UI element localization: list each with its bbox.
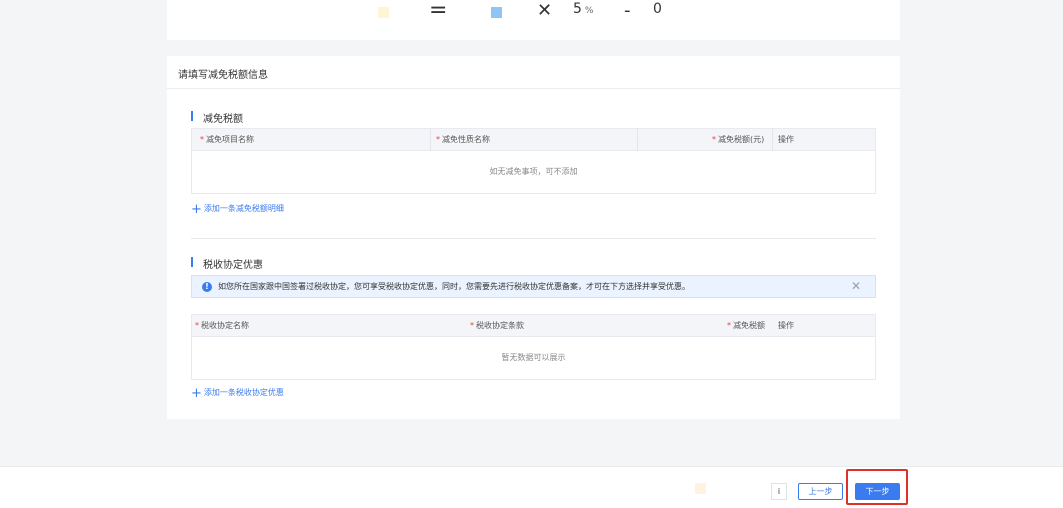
column-divider [430, 129, 431, 151]
section-separator [191, 238, 876, 239]
empty-state-text: 暂无数据可以展示 [501, 353, 566, 362]
formula-result: 0 [653, 1, 662, 17]
formula-rate-value: 5 [573, 1, 582, 17]
reduction-info-card: 请填写减免税额信息 减免税额 * 减免项目名称 * 减免性质名称 * 减免税额(元) … [167, 56, 900, 419]
table-header: * 减免项目名称 * 减免性质名称 * 减免税额(元) 操作 [192, 129, 875, 151]
formula-card: = ✕ 5% - 0 [167, 0, 900, 40]
treaty-table: * 税收协定名称 * 税收协定条款 * 减免税额 操作 暂无数据可以展示 [191, 314, 876, 380]
next-step-highlight [846, 469, 908, 505]
info-button[interactable]: i [771, 483, 787, 500]
formula-left-square [378, 7, 389, 18]
prev-step-button[interactable]: 上一步 [798, 483, 843, 500]
treaty-info-alert: ! 如您所在国家跟中国签署过税收协定，您可享受税收协定优惠，同时，您需要先进行税… [191, 275, 876, 298]
section-accent-bar [191, 257, 193, 267]
formula-equals: = [429, 0, 448, 23]
column-header: * 减免项目名称 [200, 135, 254, 144]
column-header: * 减免性质名称 [436, 135, 490, 144]
close-icon[interactable]: ✕ [851, 279, 861, 293]
status-square [695, 483, 706, 494]
formula-rate: 5% [573, 1, 593, 17]
plus-icon: + [191, 202, 202, 217]
reduction-table: * 减免项目名称 * 减免性质名称 * 减免税额(元) 操作 如无减免事项，可不添加 [191, 128, 876, 194]
column-header: 操作 [778, 321, 794, 330]
alert-text: 如您所在国家跟中国签署过税收协定，您可享受税收协定优惠，同时，您需要先进行税收协… [218, 282, 690, 291]
empty-state-text: 如无减免事项，可不添加 [489, 167, 578, 176]
card-title: 请填写减免税额信息 [178, 70, 268, 81]
info-icon: ! [202, 282, 212, 292]
formula-times-icon: ✕ [537, 0, 553, 21]
formula-right-square [491, 7, 502, 18]
column-divider [637, 129, 638, 151]
column-divider [772, 129, 773, 151]
formula-minus: - [624, 0, 631, 21]
tax-formula: = ✕ 5% - 0 [167, 0, 900, 26]
column-header: * 税收协定条款 [470, 321, 524, 330]
add-reduction-link[interactable]: + 添加一条减免税额明细 [191, 202, 284, 217]
plus-icon: + [191, 386, 202, 401]
column-header: * 减免税额 [727, 321, 765, 330]
column-header: 操作 [778, 135, 794, 144]
card-divider [167, 88, 900, 89]
column-header: * 税收协定名称 [195, 321, 249, 330]
formula-rate-unit: % [584, 6, 594, 16]
table-header: * 税收协定名称 * 税收协定条款 * 减免税额 操作 [192, 315, 875, 337]
column-header: * 减免税额(元) [712, 135, 765, 144]
section-accent-bar [191, 111, 193, 121]
add-treaty-link[interactable]: + 添加一条税收协定优惠 [191, 386, 284, 401]
